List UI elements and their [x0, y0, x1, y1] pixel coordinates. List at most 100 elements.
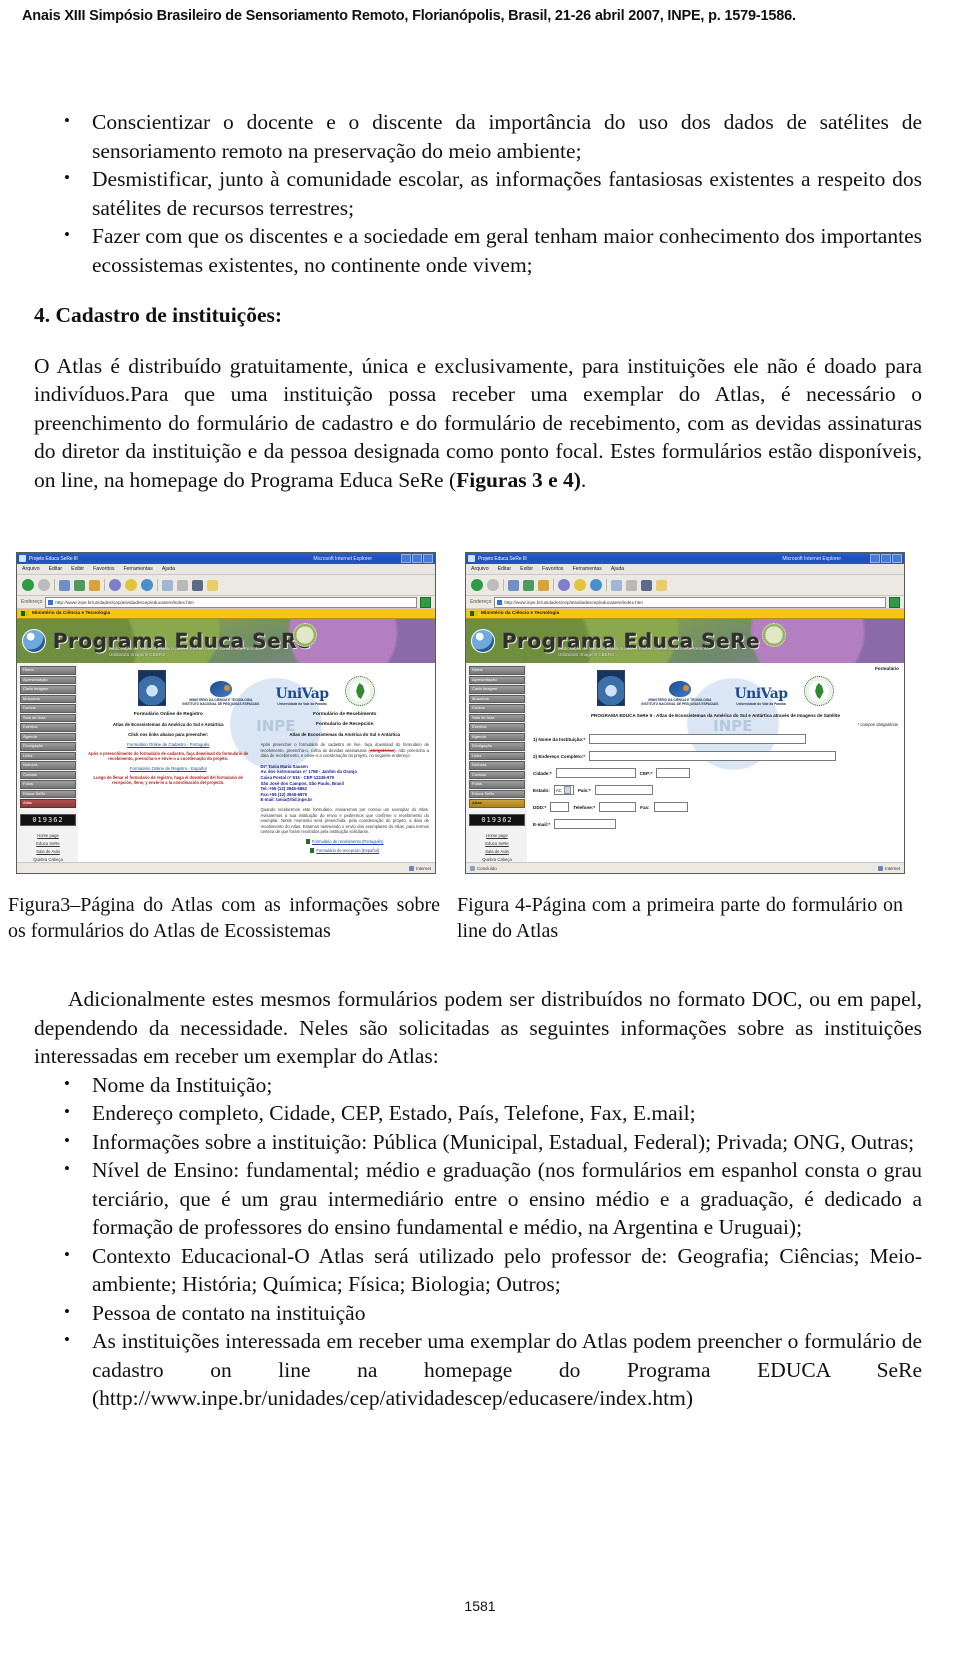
maximize-icon[interactable]: [412, 554, 422, 563]
input-pais[interactable]: [594, 785, 653, 795]
sidebar-item-educa-sere[interactable]: Educa SeRe: [469, 789, 525, 798]
stop-icon[interactable]: [59, 579, 70, 591]
sidebar-item-sala-de-aula[interactable]: Sala de Aula: [20, 713, 76, 722]
sidebar-link-sala-de-aula[interactable]: Sala de Aula: [485, 849, 509, 854]
select-estado[interactable]: AC: [553, 785, 574, 795]
home-icon[interactable]: [89, 579, 100, 591]
download-recebimento-pt[interactable]: Formulário de recebimento (Português): [261, 838, 430, 844]
sidebar-item-links[interactable]: Links: [20, 751, 76, 760]
search-icon[interactable]: [558, 579, 570, 591]
maximize-icon[interactable]: [881, 554, 891, 563]
print-icon[interactable]: [177, 579, 188, 591]
menu-favoritos[interactable]: Favoritos: [542, 566, 563, 572]
sidebar-item-noticias[interactable]: Notícias: [469, 761, 525, 770]
download-link-pt[interactable]: Formulário de recebimento (Português): [312, 839, 383, 844]
input-email[interactable]: [554, 819, 617, 829]
menu-ajuda[interactable]: Ajuda: [162, 566, 175, 572]
sidebar-item-mosaicos[interactable]: Mosaicos: [20, 694, 76, 703]
back-icon[interactable]: [22, 579, 34, 591]
sidebar-item-noticias[interactable]: Notícias: [20, 761, 76, 770]
go-button[interactable]: [420, 596, 431, 608]
menu-exibir[interactable]: Exibir: [520, 566, 533, 572]
close-icon[interactable]: [423, 554, 433, 563]
favorites-star-icon[interactable]: [125, 579, 137, 591]
sidebar-item-eventos[interactable]: Eventos: [20, 723, 76, 732]
history-icon[interactable]: [590, 579, 602, 591]
input-cidade[interactable]: [555, 768, 636, 778]
input-fax[interactable]: [653, 802, 688, 812]
sidebar-link-quebra-cabeca[interactable]: Quebra Cabeça: [33, 857, 63, 862]
edit-icon[interactable]: [641, 579, 652, 591]
sidebar-item-home[interactable]: Home: [20, 666, 76, 675]
sidebar-item-fotos[interactable]: Fotos: [469, 780, 525, 789]
link-formulario-cadastro-portugues[interactable]: Formulário Online de Cadastro - Portuguê…: [84, 742, 253, 747]
home-icon[interactable]: [538, 579, 549, 591]
refresh-icon[interactable]: [523, 579, 534, 591]
sidebar-item-carta-imagem[interactable]: Carta Imagem: [20, 685, 76, 694]
stop-icon[interactable]: [508, 579, 519, 591]
forward-icon[interactable]: [38, 579, 50, 591]
folder-icon[interactable]: [656, 579, 667, 591]
sidebar-item-divulgacao[interactable]: Divulgação: [469, 742, 525, 751]
folder-icon[interactable]: [207, 579, 218, 591]
sidebar-item-agenda[interactable]: Agenda: [469, 732, 525, 741]
sidebar-link-homepage[interactable]: Home page: [37, 833, 59, 838]
address-input[interactable]: http://www.inpe.br/unidades/cep/atividad…: [45, 596, 417, 608]
menu-ajuda[interactable]: Ajuda: [611, 566, 624, 572]
sidebar-item-cursos[interactable]: Cursos: [20, 704, 76, 713]
menu-editar[interactable]: Editar: [49, 566, 63, 572]
input-ddd[interactable]: [550, 802, 570, 812]
menu-editar[interactable]: Editar: [498, 566, 512, 572]
search-icon[interactable]: [109, 579, 121, 591]
menu-ferramentas[interactable]: Ferramentas: [123, 566, 152, 572]
menu-ferramentas[interactable]: Ferramentas: [572, 566, 601, 572]
input-telefone[interactable]: [599, 802, 637, 812]
sidebar-link-homepage[interactable]: Home page: [486, 833, 508, 838]
sidebar-item-divulgacao[interactable]: Divulgação: [20, 742, 76, 751]
sidebar-item-atlas[interactable]: Atlas: [469, 799, 525, 808]
sidebar-item-home[interactable]: Home: [469, 666, 525, 675]
sidebar-item-links[interactable]: Links: [469, 751, 525, 760]
input-cep[interactable]: [656, 768, 691, 778]
menu-favoritos[interactable]: Favoritos: [93, 566, 114, 572]
sidebar-link-educa-sere[interactable]: Educa SeRe: [485, 841, 509, 846]
sidebar-item-educa-sere[interactable]: Educa SeRe: [20, 789, 76, 798]
sidebar-item-contato[interactable]: Contato: [20, 770, 76, 779]
go-button[interactable]: [889, 596, 900, 608]
download-recebimento-es[interactable]: Formulario de recepción (Español): [261, 847, 430, 853]
sidebar-item-apresentacao[interactable]: Apresentação: [469, 675, 525, 684]
menu-arquivo[interactable]: Arquivo: [22, 566, 40, 572]
sidebar-item-sala-de-aula[interactable]: Sala de Aula: [469, 713, 525, 722]
forward-icon[interactable]: [487, 579, 499, 591]
sidebar-item-atlas-active[interactable]: Atlas: [20, 799, 76, 808]
input-nome-instituicao[interactable]: [589, 734, 807, 744]
edit-icon[interactable]: [192, 579, 203, 591]
mail-icon[interactable]: [611, 579, 622, 591]
sidebar-item-mosaicos[interactable]: Mosaicos: [469, 694, 525, 703]
mail-icon[interactable]: [162, 579, 173, 591]
sidebar-link-educa-sere[interactable]: Educa SeRe: [36, 841, 60, 846]
sidebar-link-sala-de-aula[interactable]: Sala de Aula: [36, 849, 60, 854]
sidebar-item-contato[interactable]: Contato: [469, 770, 525, 779]
minimize-icon[interactable]: [401, 554, 411, 563]
window-controls[interactable]: [401, 554, 433, 563]
menu-arquivo[interactable]: Arquivo: [471, 566, 489, 572]
minimize-icon[interactable]: [870, 554, 880, 563]
sidebar-item-cursos[interactable]: Cursos: [469, 704, 525, 713]
download-link-es[interactable]: Formulario de recepción (Español): [316, 848, 379, 853]
refresh-icon[interactable]: [74, 579, 85, 591]
history-icon[interactable]: [141, 579, 153, 591]
sidebar-item-apresentacao[interactable]: Apresentação: [20, 675, 76, 684]
menu-exibir[interactable]: Exibir: [71, 566, 84, 572]
print-icon[interactable]: [626, 579, 637, 591]
sidebar-link-quebra-cabeca[interactable]: Quebra Cabeça: [482, 857, 512, 862]
input-endereco-completo[interactable]: [589, 751, 837, 761]
sidebar-item-fotos[interactable]: Fotos: [20, 780, 76, 789]
favorites-star-icon[interactable]: [574, 579, 586, 591]
window-controls[interactable]: [870, 554, 902, 563]
address-input[interactable]: http://www.inpe.br/unidades/cep/atividad…: [494, 596, 886, 608]
sidebar-item-eventos[interactable]: Eventos: [469, 723, 525, 732]
sidebar-item-agenda[interactable]: Agenda: [20, 732, 76, 741]
sidebar-item-carta-imagem[interactable]: Carta Imagem: [469, 685, 525, 694]
link-formulario-registro-espanol[interactable]: Formulario Online de Registro - Español: [84, 766, 253, 771]
